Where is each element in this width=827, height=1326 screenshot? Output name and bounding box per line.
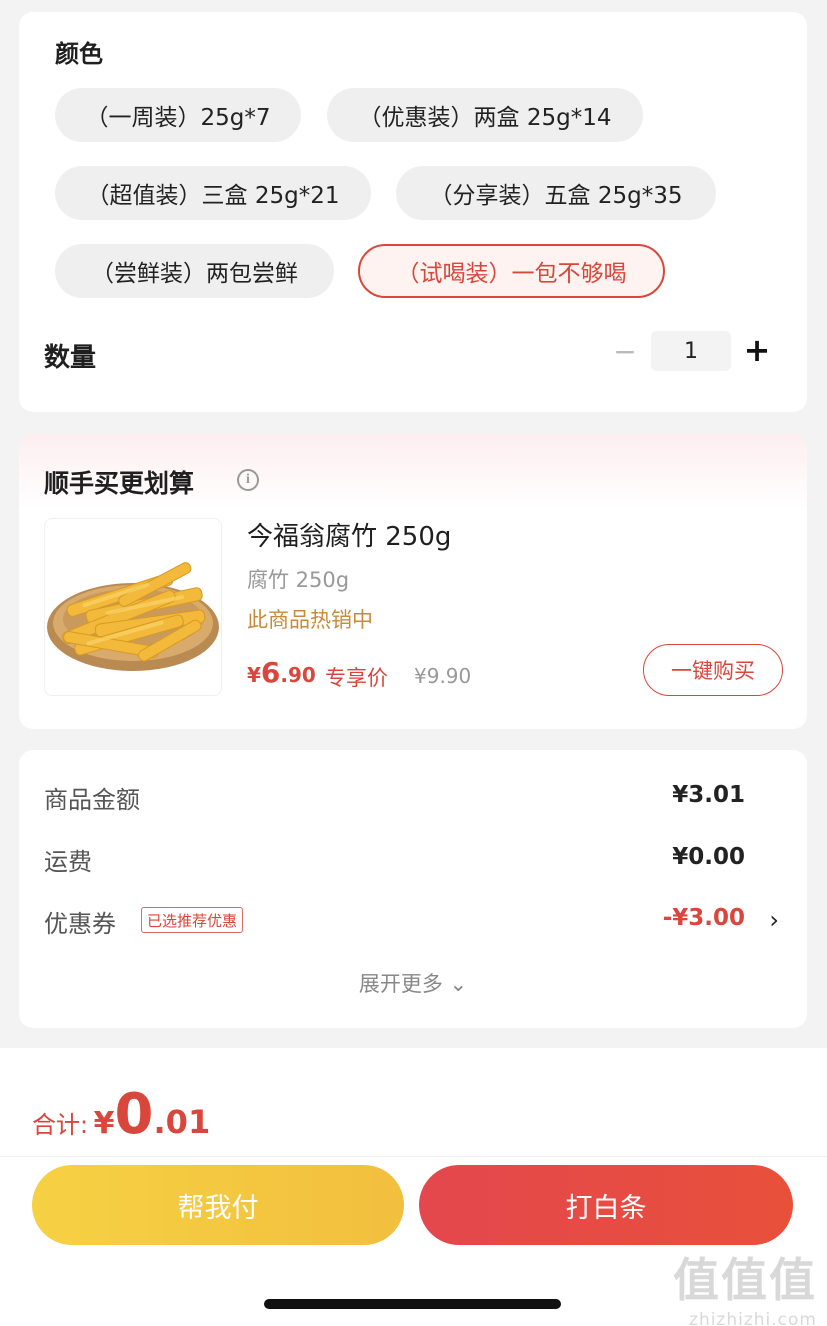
total-price: 合计: ¥0.01 xyxy=(32,1082,210,1147)
original-price: ¥9.90 xyxy=(414,664,472,688)
yuba-basket-icon xyxy=(47,562,219,671)
info-icon[interactable]: i xyxy=(237,469,259,491)
watermark-logo: 值值值 xyxy=(673,1253,817,1307)
product-title[interactable]: 今福翁腐竹 250g xyxy=(247,516,451,553)
expand-more-button[interactable]: 展开更多 ⌄ xyxy=(19,968,807,998)
quantity-value[interactable]: 1 xyxy=(651,331,731,371)
plus-icon[interactable]: + xyxy=(742,331,772,369)
expand-more-label: 展开更多 xyxy=(358,972,443,996)
total-currency: ¥ xyxy=(93,1106,115,1141)
option-share-pack[interactable]: （分享装）五盒 25g*35 xyxy=(396,166,716,220)
baitiao-button[interactable]: 打白条 xyxy=(419,1165,793,1245)
option-discount-pack[interactable]: （优惠装）两盒 25g*14 xyxy=(327,88,643,142)
product-spec: 腐竹 250g xyxy=(247,568,350,592)
coupon-value[interactable]: -¥3.00 xyxy=(663,905,745,931)
spec-card: 颜色 （一周装）25g*7 （优惠装）两盒 25g*14 （超值装）三盒 25g… xyxy=(19,12,807,412)
total-integer: 0 xyxy=(114,1082,154,1147)
total-decimal: .01 xyxy=(153,1103,211,1141)
price-summary-card: 商品金额 ¥3.01 运费 ¥0.00 优惠券 已选推荐优惠 -¥3.00 › … xyxy=(19,750,807,1028)
home-indicator[interactable] xyxy=(264,1299,561,1309)
goods-amount-value: ¥3.01 xyxy=(672,782,745,808)
price-integer: 6 xyxy=(260,656,281,689)
minus-icon[interactable]: − xyxy=(613,334,637,368)
quantity-label: 数量 xyxy=(44,343,97,373)
color-label: 颜色 xyxy=(55,40,103,68)
watermark: 值值值 zhizhizhi.com xyxy=(673,1244,817,1326)
pay-for-me-button[interactable]: 帮我付 xyxy=(32,1165,404,1245)
coupon-recommended-tag: 已选推荐优惠 xyxy=(141,907,244,933)
total-label: 合计: xyxy=(32,1111,89,1139)
option-weekly-pack[interactable]: （一周装）25g*7 xyxy=(55,88,301,142)
option-trial-pack[interactable]: （尝鲜装）两包尝鲜 xyxy=(55,244,334,298)
price-currency: ¥ xyxy=(247,663,261,687)
upsell-card: 顺手买更划算 i 今福翁腐竹 250g 腐竹 250g 此商品热销中 ¥6.90… xyxy=(19,434,807,729)
watermark-url: zhizhizhi.com xyxy=(689,1310,817,1326)
shipping-value: ¥0.00 xyxy=(672,844,745,870)
product-price: ¥6.90 xyxy=(247,656,316,689)
checkout-bar: 合计: ¥0.01 帮我付 打白条 值值值 zhizhizhi.com xyxy=(0,1048,827,1326)
price-label: 专享价 xyxy=(325,666,388,690)
goods-amount-label: 商品金额 xyxy=(44,786,140,814)
chevron-down-icon: ⌄ xyxy=(449,972,468,996)
product-image[interactable] xyxy=(44,518,222,696)
coupon-label[interactable]: 优惠券 xyxy=(44,904,116,939)
product-hot-label: 此商品热销中 xyxy=(247,608,373,632)
one-click-buy-button[interactable]: 一键购买 xyxy=(643,644,783,696)
chevron-right-icon[interactable]: › xyxy=(769,906,779,934)
divider xyxy=(0,1156,827,1157)
shipping-label: 运费 xyxy=(44,848,92,876)
option-value-pack[interactable]: （超值装）三盒 25g*21 xyxy=(55,166,371,220)
option-tasting-pack-selected[interactable]: （试喝装）一包不够喝 xyxy=(358,244,665,298)
upsell-title: 顺手买更划算 xyxy=(44,469,195,498)
price-decimal: .90 xyxy=(280,663,316,687)
